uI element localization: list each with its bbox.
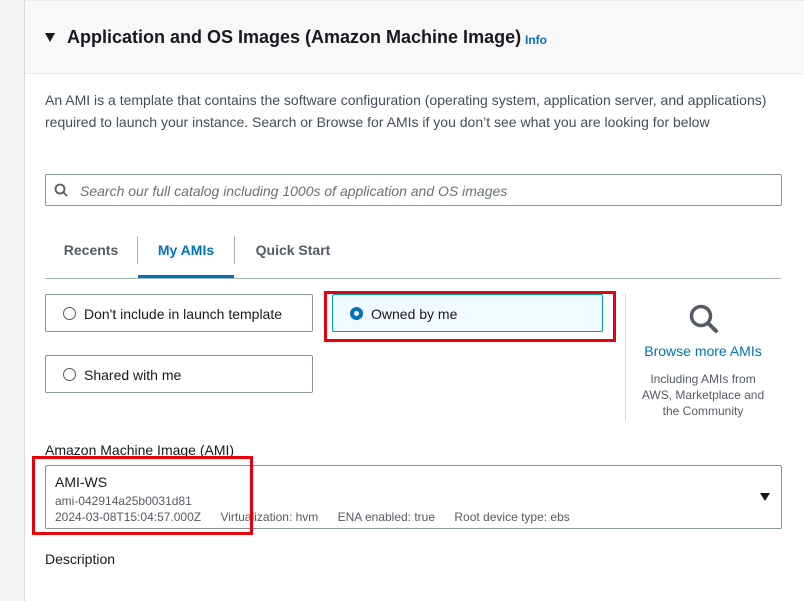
option-label: Don't include in launch template: [84, 306, 283, 322]
section-title: Application and OS Images (Amazon Machin…: [67, 27, 522, 47]
ami-ena: ENA enabled: true: [337, 510, 436, 524]
browse-subtext: Including AMIs from AWS, Marketplace and…: [641, 372, 765, 418]
option-shared-with-me[interactable]: Shared with me: [45, 355, 313, 393]
option-label: Shared with me: [84, 367, 182, 383]
radio-button[interactable]: [63, 307, 76, 320]
browse-more-amis-link[interactable]: Browse more AMIs: [635, 343, 771, 359]
ami-tabs: Recents My AMIs Quick Start: [45, 234, 781, 279]
description-label: Description: [45, 551, 116, 567]
highlight-box-owned: [324, 291, 616, 342]
search-icon: [54, 183, 68, 197]
ami-search-box[interactable]: [45, 174, 782, 207]
tab-quick-start[interactable]: Quick Start: [235, 234, 351, 278]
info-link[interactable]: Info: [525, 33, 547, 47]
ami-search-input[interactable]: [78, 175, 772, 207]
magnifier-icon[interactable]: [688, 303, 720, 335]
radio-button[interactable]: [63, 368, 76, 381]
caret-down-icon[interactable]: [45, 33, 55, 42]
ami-root-device: Root device type: ebs: [454, 510, 570, 524]
option-dont-include[interactable]: Don't include in launch template: [45, 294, 313, 332]
vertical-divider: [625, 293, 626, 421]
tab-recents[interactable]: Recents: [45, 234, 137, 278]
ami-section-panel: Application and OS Images (Amazon Machin…: [24, 0, 804, 601]
section-description: An AMI is a template that contains the s…: [45, 92, 767, 130]
chevron-down-icon[interactable]: [760, 493, 770, 501]
highlight-box-ami: [32, 456, 253, 535]
tab-my-amis[interactable]: My AMIs: [138, 234, 234, 278]
section-header[interactable]: Application and OS Images (Amazon Machin…: [25, 1, 804, 74]
